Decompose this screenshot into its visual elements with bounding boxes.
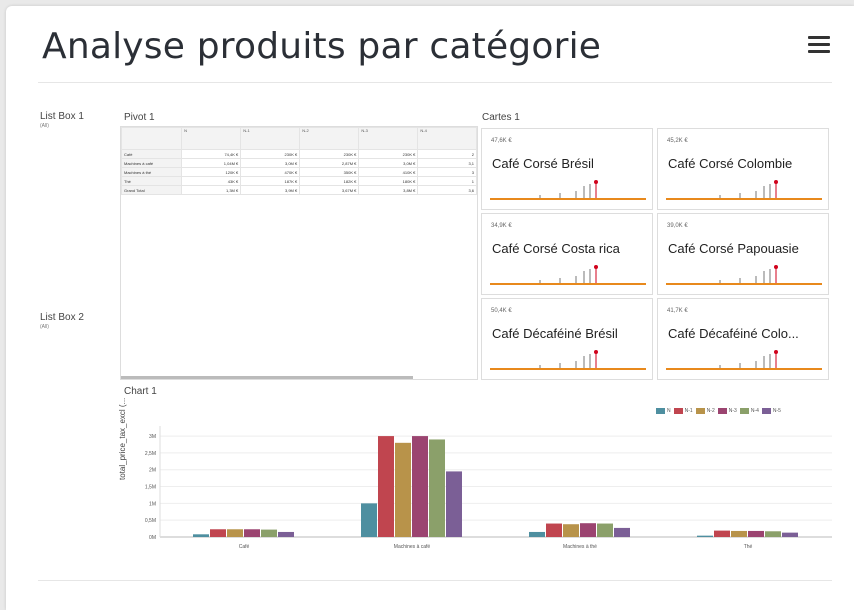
bar[interactable] xyxy=(244,529,260,537)
x-tick-label: Café xyxy=(239,544,250,550)
bar[interactable] xyxy=(193,534,209,537)
bar[interactable] xyxy=(748,530,764,537)
bar[interactable] xyxy=(580,523,596,537)
bar[interactable] xyxy=(546,523,562,537)
bar[interactable] xyxy=(395,442,411,537)
bar[interactable] xyxy=(227,529,243,537)
bar[interactable] xyxy=(782,532,798,537)
x-tick-label: Machines à thé xyxy=(563,544,597,550)
y-tick-label: 1M xyxy=(149,501,156,507)
bar-chart: 0M 0,5M 1M 1,5M 2M 2,5M 3M Café Machines à café M… xyxy=(145,426,832,550)
y-tick-label: 2M xyxy=(149,468,156,474)
bar[interactable] xyxy=(597,523,613,537)
bar[interactable] xyxy=(278,531,294,537)
y-tick-label: 0,5M xyxy=(145,518,156,524)
y-tick-label: 3M xyxy=(149,434,156,440)
bar[interactable] xyxy=(765,531,781,537)
y-tick-label: 0M xyxy=(149,535,156,541)
x-tick-label: Thé xyxy=(744,544,753,550)
bar[interactable] xyxy=(210,529,226,537)
bar[interactable] xyxy=(697,535,713,537)
bar[interactable] xyxy=(429,439,445,537)
y-tick-label: 2,5M xyxy=(145,451,156,457)
bar[interactable] xyxy=(412,436,428,537)
bar[interactable] xyxy=(614,527,630,537)
bar[interactable] xyxy=(731,530,747,537)
x-tick-label: Machines à café xyxy=(394,544,431,550)
bottom-divider xyxy=(38,580,832,581)
bar[interactable] xyxy=(529,531,545,537)
bar[interactable] xyxy=(361,503,377,537)
bar[interactable] xyxy=(563,524,579,537)
bar[interactable] xyxy=(714,530,730,537)
bar[interactable] xyxy=(261,529,277,537)
y-tick-label: 1,5M xyxy=(145,485,156,491)
bar[interactable] xyxy=(378,436,394,537)
bar[interactable] xyxy=(446,471,462,537)
